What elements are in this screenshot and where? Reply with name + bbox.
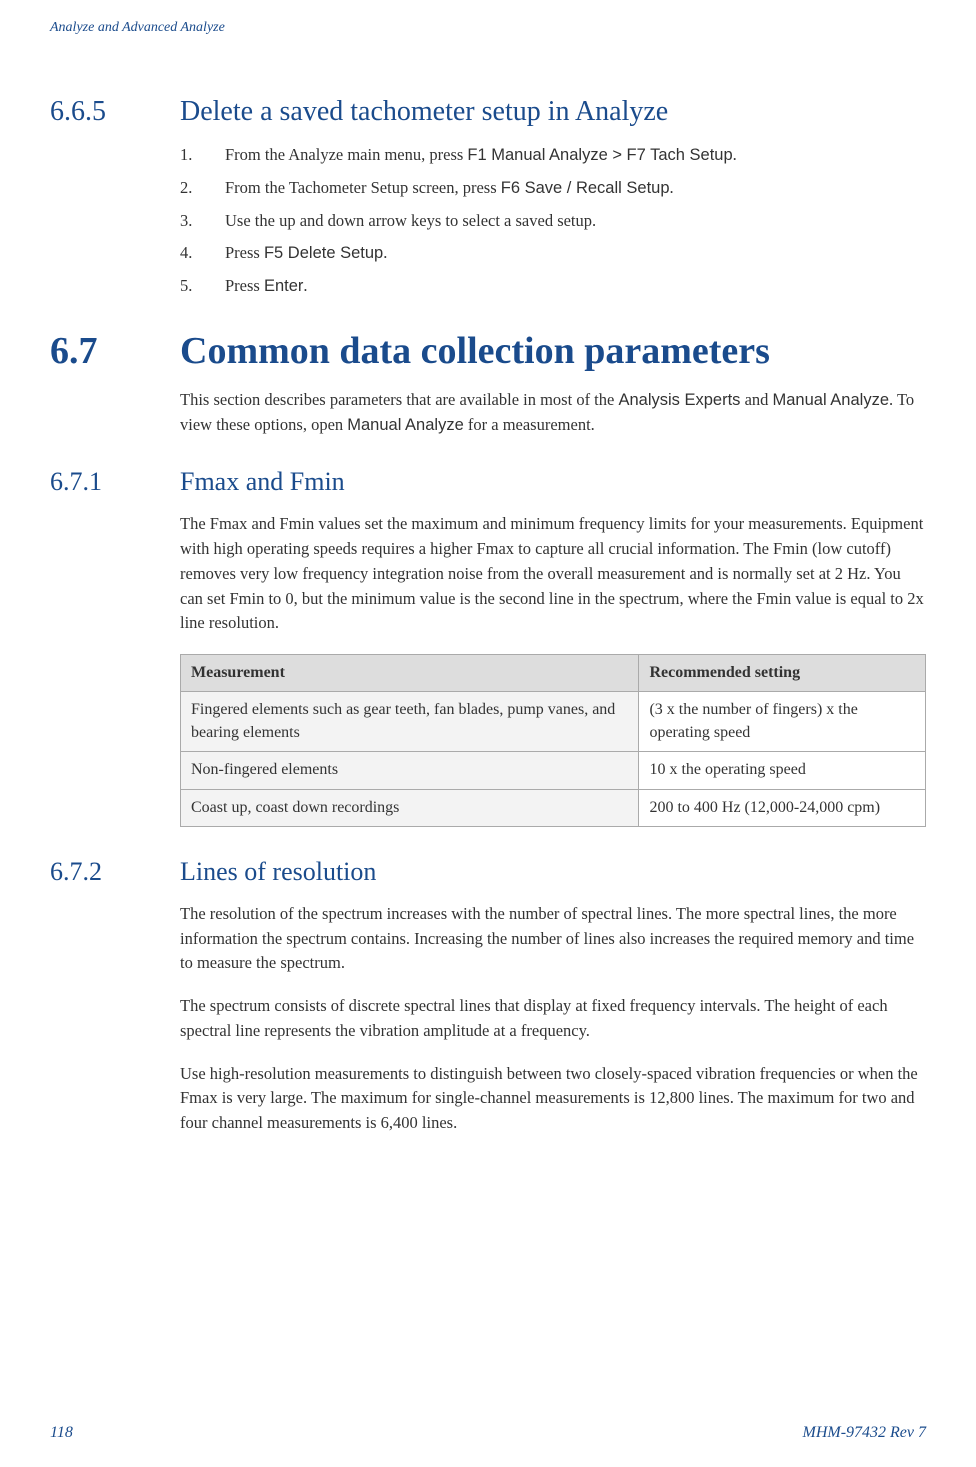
- doc-id: MHM-97432 Rev 7: [802, 1424, 926, 1442]
- para-672-3: Use high-resolution measurements to dist…: [180, 1062, 926, 1136]
- intro-67: This section describes parameters that a…: [180, 388, 926, 438]
- list-item: 5.Press Enter.: [180, 274, 926, 299]
- list-item: 4.Press F5 Delete Setup.: [180, 241, 926, 266]
- table-header-measurement: Measurement: [181, 655, 639, 692]
- para-672-1: The resolution of the spectrum increases…: [180, 902, 926, 976]
- list-item: 1.From the Analyze main menu, press F1 M…: [180, 143, 926, 168]
- table-header-setting: Recommended setting: [639, 655, 926, 692]
- step-list-665: 1.From the Analyze main menu, press F1 M…: [180, 143, 926, 299]
- section-title-672: Lines of resolution: [180, 857, 376, 887]
- section-title-665: Delete a saved tachometer setup in Analy…: [180, 96, 668, 128]
- section-number-665: 6.6.5: [50, 96, 180, 128]
- section-number-67: 6.7: [50, 329, 180, 373]
- table-row: Fingered elements such as gear teeth, fa…: [181, 692, 926, 752]
- section-title-67: Common data collection parameters: [180, 329, 770, 373]
- para-672-2: The spectrum consists of discrete spectr…: [180, 994, 926, 1044]
- section-title-671: Fmax and Fmin: [180, 467, 345, 497]
- para-671: The Fmax and Fmin values set the maximum…: [180, 512, 926, 636]
- page-number: 118: [50, 1424, 73, 1442]
- list-item: 3.Use the up and down arrow keys to sele…: [180, 209, 926, 234]
- table-row: Coast up, coast down recordings200 to 40…: [181, 789, 926, 826]
- section-number-671: 6.7.1: [50, 467, 180, 497]
- section-number-672: 6.7.2: [50, 857, 180, 887]
- fmax-table: Measurement Recommended setting Fingered…: [180, 654, 926, 827]
- table-row: Non-fingered elements10 x the operating …: [181, 752, 926, 789]
- running-header: Analyze and Advanced Analyze: [50, 20, 926, 36]
- list-item: 2.From the Tachometer Setup screen, pres…: [180, 176, 926, 201]
